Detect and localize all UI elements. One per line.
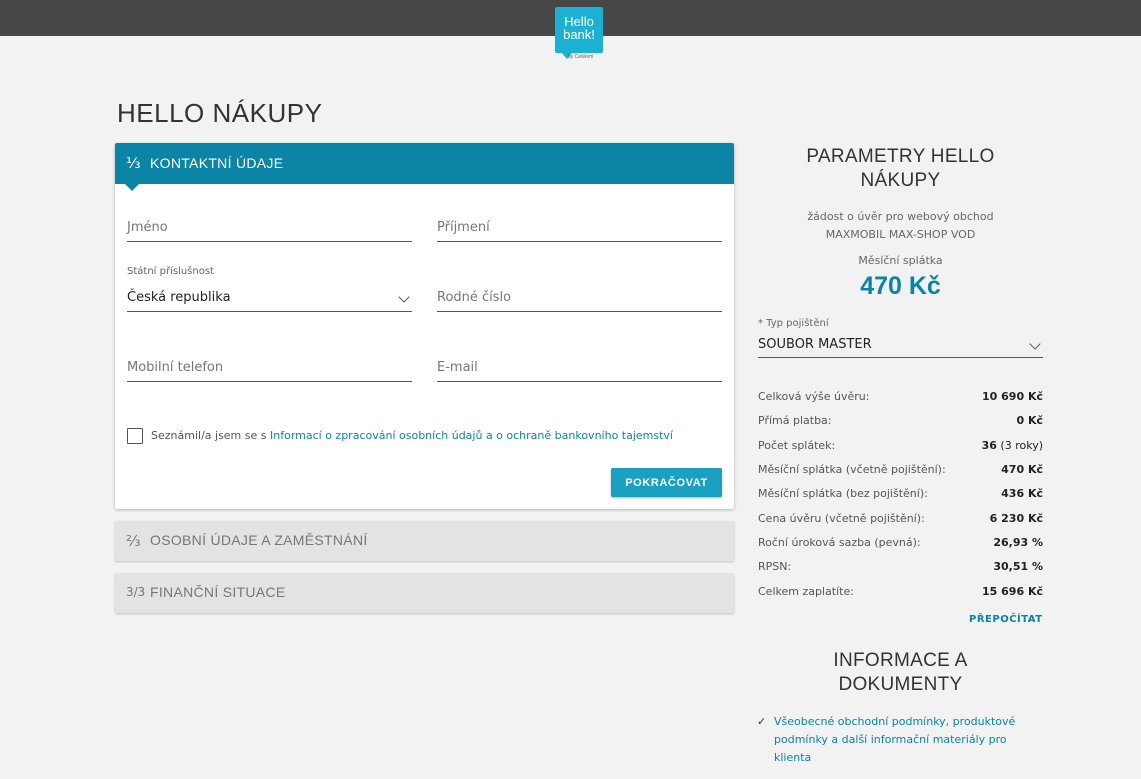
- first-name-field[interactable]: Jméno: [127, 212, 412, 242]
- docs-title: INFORMACE A DOKUMENTY: [760, 649, 1041, 697]
- insurance-type-value: SOUBOR MASTER: [758, 337, 872, 352]
- param-key: Roční úroková sazba (pevná):: [758, 536, 921, 549]
- consent-prefix: Seznámil/a jsem se s: [151, 429, 270, 442]
- param-row: Celková výše úvěru: 10 690 Kč: [758, 390, 1043, 406]
- step1-header[interactable]: ⅓ KONTAKTNÍ ÚDAJE: [115, 143, 734, 191]
- param-key: Měsíční splátka (bez pojištění):: [758, 487, 928, 500]
- step3-header[interactable]: 3/3 FINANČNÍ SITUACE: [115, 573, 734, 613]
- step2-number: ⅔: [126, 532, 141, 550]
- param-value: 10 690 Kč: [982, 390, 1043, 403]
- param-key: Počet splátek:: [758, 439, 836, 452]
- step2-title: OSOBNÍ ÚDAJE A ZAMĚSTNÁNÍ: [150, 532, 368, 548]
- param-value: 36 (3 roky): [981, 439, 1043, 452]
- checkmark-icon: ✓: [757, 715, 767, 728]
- last-name-placeholder: Příjmení: [437, 220, 490, 235]
- param-row: RPSN: 30,51 %: [758, 560, 1043, 576]
- step3-number: 3/3: [126, 585, 146, 599]
- first-name-placeholder: Jméno: [127, 220, 168, 235]
- chevron-down-icon: [1029, 338, 1041, 350]
- nationality-label: Státní příslušnost: [127, 266, 214, 277]
- step1-number: ⅓: [126, 154, 141, 172]
- consent-text: Seznámil/a jsem se s Informací o zpracov…: [151, 429, 673, 442]
- monthly-payment-amount: 470 Kč: [860, 272, 941, 300]
- step1-title: KONTAKTNÍ ÚDAJE: [150, 155, 284, 171]
- param-key: Celková výše úvěru:: [758, 390, 870, 403]
- consent-checkbox[interactable]: [127, 428, 143, 444]
- param-row: Počet splátek: 36 (3 roky): [758, 439, 1043, 455]
- mobile-placeholder: Mobilní telefon: [127, 360, 224, 375]
- terms-document-link[interactable]: ✓ Všeobecné obchodní podmínky, produktov…: [757, 713, 1047, 767]
- chevron-down-icon: [398, 291, 410, 303]
- logo-line2: bank!: [563, 27, 595, 42]
- param-value: 470 Kč: [1001, 463, 1043, 476]
- param-value: 26,93 %: [993, 536, 1043, 549]
- nationality-value: Česká republika: [127, 290, 231, 305]
- terms-document-text: Všeobecné obchodní podmínky, produktové …: [774, 715, 1016, 764]
- params-title: PARAMETRY HELLO NÁKUPY: [760, 145, 1041, 193]
- param-value: 30,51 %: [993, 560, 1043, 573]
- request-line2: MAXMOBIL MAX-SHOP VOD: [825, 228, 976, 241]
- param-key: RPSN:: [758, 560, 792, 573]
- page-title: HELLO NÁKUPY: [117, 98, 323, 128]
- param-value: 0 Kč: [1016, 414, 1043, 427]
- email-field[interactable]: E-mail: [437, 352, 722, 382]
- continue-button[interactable]: POKRAČOVAT: [611, 468, 722, 497]
- param-row: Celkem zaplatíte: 15 696 Kč: [758, 585, 1043, 601]
- param-value: 6 230 Kč: [989, 512, 1043, 525]
- param-row: Přímá platba: 0 Kč: [758, 414, 1043, 430]
- step2-header[interactable]: ⅔ OSOBNÍ ÚDAJE A ZAMĚSTNÁNÍ: [115, 521, 734, 561]
- recalculate-link[interactable]: PŘEPOČÍTAT: [969, 614, 1043, 625]
- param-key: Měsíční splátka (včetně pojištění):: [758, 463, 946, 476]
- docs-title-line1: INFORMACE A: [833, 650, 968, 671]
- param-row: Měsíční splátka (včetně pojištění): 470 …: [758, 463, 1043, 479]
- request-line1: žádost o úvěr pro webový obchod: [807, 210, 994, 223]
- step3-title: FINANČNÍ SITUACE: [150, 584, 286, 600]
- header-notch: [125, 184, 139, 191]
- privacy-info-link[interactable]: Informací o zpracování osobních údajů a …: [270, 429, 673, 442]
- email-placeholder: E-mail: [437, 360, 478, 375]
- last-name-field[interactable]: Příjmení: [437, 212, 722, 242]
- param-key: Cena úvěru (včetně pojištění):: [758, 512, 925, 525]
- monthly-payment-label: Měsíční splátka: [858, 254, 943, 267]
- insurance-type-label: * Typ pojištění: [758, 318, 829, 329]
- mobile-field[interactable]: Mobilní telefon: [127, 352, 412, 382]
- nationality-select[interactable]: Státní příslušnost Česká republika: [127, 266, 412, 312]
- logo-subtitle: by Cetelem: [568, 54, 594, 60]
- birth-number-placeholder: Rodné číslo: [437, 290, 512, 305]
- param-row: Roční úroková sazba (pevná): 26,93 %: [758, 536, 1043, 552]
- hello-bank-logo[interactable]: Hello bank!: [555, 7, 603, 59]
- param-value: 436 Kč: [1001, 487, 1043, 500]
- param-key: Celkem zaplatíte:: [758, 585, 854, 598]
- param-key: Přímá platba:: [758, 414, 832, 427]
- insurance-type-select[interactable]: SOUBOR MASTER: [758, 333, 1043, 358]
- params-title-line1: PARAMETRY HELLO: [806, 146, 995, 167]
- param-value: 15 696 Kč: [982, 585, 1043, 598]
- param-row: Měsíční splátka (bez pojištění): 436 Kč: [758, 487, 1043, 503]
- param-row: Cena úvěru (včetně pojištění): 6 230 Kč: [758, 512, 1043, 528]
- birth-number-field[interactable]: Rodné číslo: [437, 282, 722, 312]
- docs-title-line2: DOKUMENTY: [838, 674, 963, 695]
- contact-form-card: ⅓ KONTAKTNÍ ÚDAJE: [115, 143, 734, 509]
- params-title-line2: NÁKUPY: [860, 170, 941, 191]
